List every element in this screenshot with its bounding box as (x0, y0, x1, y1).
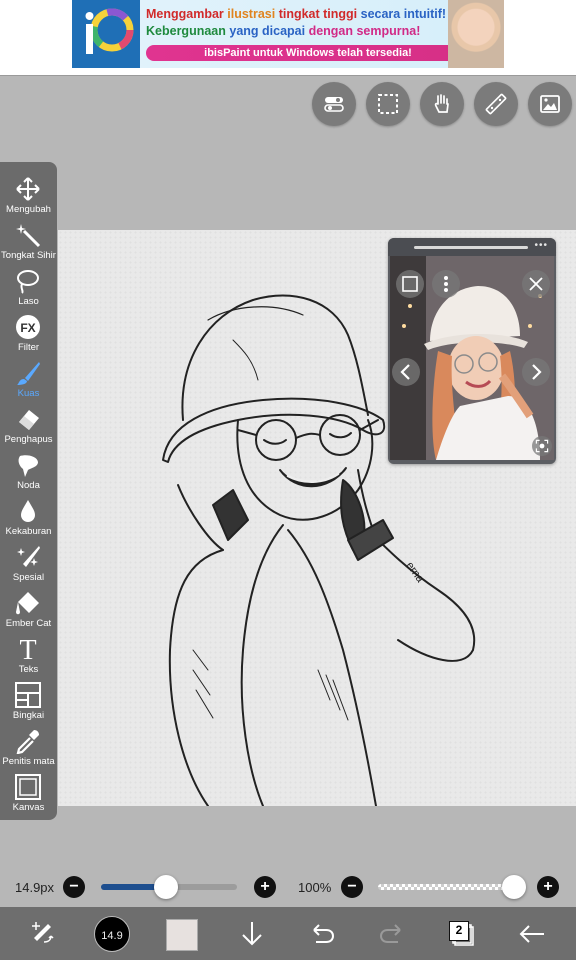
image-icon (540, 95, 560, 113)
tool-special[interactable]: Spesial (0, 538, 57, 584)
ad-subheadline: Kebergunaan yang dicapai dengan sempurna… (146, 24, 421, 38)
layers-button[interactable]: 2 (444, 916, 480, 952)
reference-title-bar[interactable]: ••• (388, 238, 556, 256)
brush-slider-row: 14.9px − + 100% − + (0, 870, 576, 904)
arrow-down-icon (242, 922, 262, 946)
opacity-increase-button[interactable]: + (537, 876, 559, 898)
resize-icon (535, 439, 549, 453)
tool-switch-button[interactable] (24, 916, 60, 952)
eraser-icon (19, 410, 39, 430)
arrow-left-icon (519, 925, 544, 943)
magic-wand-icon (16, 224, 41, 248)
ad-character-image (448, 0, 504, 68)
ad-bar: Menggambar ilustrasi tingkat tinggi seca… (0, 0, 576, 76)
brush-size-label: 14.9px (15, 880, 55, 895)
tool-frame[interactable]: Bingkai (0, 676, 57, 722)
reference-next-button[interactable] (522, 358, 550, 386)
tool-switch-icon (32, 922, 54, 943)
brush-icon (17, 362, 40, 385)
left-toolbar: Mengubah Tongkat Sihir Laso FX Filter Ku… (0, 162, 57, 820)
reference-more-icon[interactable]: ••• (534, 240, 548, 251)
color-swatch[interactable] (166, 919, 198, 951)
size-decrease-button[interactable]: − (63, 876, 85, 898)
layer-count: 2 (449, 921, 469, 941)
layer-down-button[interactable] (234, 916, 270, 952)
tool-smudge[interactable]: Noda (0, 446, 57, 492)
bottom-toolbar: 14.9 2 (0, 907, 576, 960)
ruler-icon (485, 93, 507, 115)
lasso-icon (17, 270, 39, 294)
tool-paint-bucket[interactable]: Ember Cat (0, 584, 57, 630)
close-icon (529, 277, 543, 291)
hand-icon (434, 94, 449, 113)
paint-bucket-icon (16, 592, 39, 615)
ibispaint-logo-icon (72, 0, 140, 68)
size-slider-thumb[interactable] (154, 875, 179, 899)
tool-eyedropper[interactable]: Penitis mata (0, 722, 57, 768)
size-increase-button[interactable]: + (254, 876, 276, 898)
tool-canvas[interactable]: Kanvas (0, 768, 57, 814)
svg-text:FX: FX (20, 321, 35, 335)
brush-size-indicator[interactable]: 14.9 (94, 916, 130, 952)
tool-filter[interactable]: FX Filter (0, 308, 57, 354)
tool-blur[interactable]: Kekaburan (0, 492, 57, 538)
move-icon (16, 177, 40, 201)
undo-icon (313, 924, 335, 943)
reference-fullscreen-button[interactable] (396, 270, 424, 298)
reference-menu-button[interactable] (432, 270, 460, 298)
selection-button[interactable] (366, 82, 410, 126)
opacity-slider-track[interactable] (378, 884, 514, 890)
svg-text:T: T (19, 636, 36, 662)
reference-photo (390, 256, 554, 460)
ad-cta-pill[interactable]: ibisPaint untuk Windows telah tersedia! (146, 45, 470, 61)
hand-button[interactable] (420, 82, 464, 126)
text-icon: T (19, 636, 36, 662)
opacity-decrease-button[interactable]: − (341, 876, 363, 898)
back-button[interactable] (514, 916, 550, 952)
square-icon (402, 276, 418, 292)
reference-drag-handle[interactable] (414, 246, 528, 249)
fx-icon: FX (16, 315, 40, 339)
selection-icon (378, 94, 398, 114)
signature-text: erna (404, 560, 427, 586)
reference-window[interactable]: ••• (388, 238, 556, 464)
ad-banner[interactable]: Menggambar ilustrasi tingkat tinggi seca… (72, 0, 504, 68)
frame-icon (15, 682, 41, 708)
ad-headline: Menggambar ilustrasi tingkat tinggi seca… (146, 7, 447, 21)
redo-button[interactable] (374, 916, 410, 952)
tool-lasso[interactable]: Laso (0, 262, 57, 308)
chevron-right-icon (532, 364, 542, 380)
opacity-label: 100% (298, 880, 332, 895)
tool-eraser[interactable]: Penghapus (0, 400, 57, 446)
vertical-dots-icon (444, 276, 448, 292)
canvas-icon (15, 774, 41, 800)
eyedropper-icon (16, 730, 39, 754)
special-icon (17, 546, 40, 567)
opacity-slider-thumb[interactable] (502, 875, 526, 899)
tool-brush[interactable]: Kuas (0, 354, 57, 400)
tool-transform[interactable]: Mengubah (0, 170, 57, 216)
undo-button[interactable] (304, 916, 340, 952)
toggle-button[interactable] (312, 82, 356, 126)
reference-resize-button[interactable] (532, 436, 552, 456)
redo-icon (379, 924, 401, 943)
reference-prev-button[interactable] (392, 358, 420, 386)
tool-text[interactable]: T Teks (0, 630, 57, 676)
chevron-left-icon (400, 364, 410, 380)
reference-close-button[interactable] (522, 270, 550, 298)
toggle-icon (324, 97, 344, 112)
smudge-icon (18, 455, 38, 477)
ruler-button[interactable] (474, 82, 518, 126)
blur-icon (21, 500, 35, 522)
tool-magic-wand[interactable]: Tongkat Sihir (0, 216, 57, 262)
reference-image-button[interactable] (528, 82, 572, 126)
